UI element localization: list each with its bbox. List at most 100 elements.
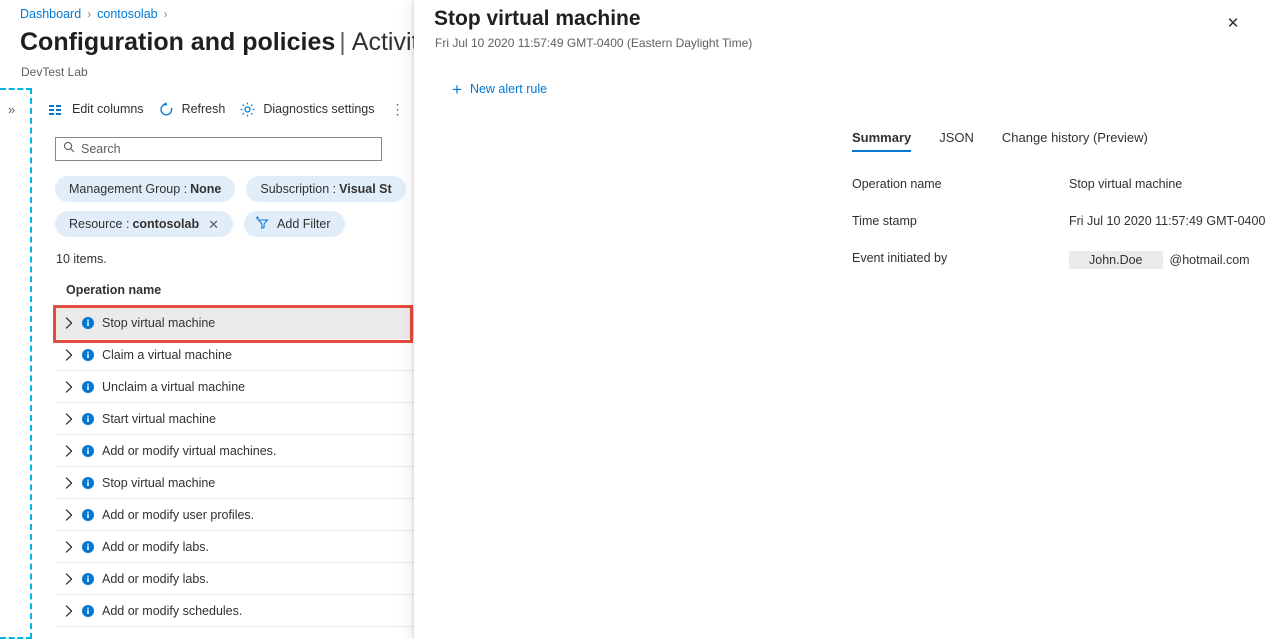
add-filter-label: Add Filter [277,217,331,231]
row-operation-name: Add or modify labs. [102,572,209,586]
page-title-divider: | [339,28,346,56]
filter-chip-management-group[interactable]: Management Group :None [55,176,235,202]
search-input[interactable] [81,142,361,156]
detail-key: Time stamp [852,214,917,228]
collapsed-nav-strip[interactable]: » [0,88,32,639]
close-icon[interactable]: ✕ [1219,9,1247,37]
table-row[interactable]: Add or modify user profiles. [56,499,418,531]
columns-icon [48,101,65,118]
row-operation-name: Add or modify virtual machines. [102,444,276,458]
diagnostics-settings-button[interactable]: Diagnostics settings [235,95,384,123]
filter-chip-label: Subscription : [260,182,336,196]
resource-type-label: DevTest Lab [21,64,88,80]
breadcrumb-item-dashboard[interactable]: Dashboard [20,7,81,21]
chevron-right-icon[interactable] [56,605,82,617]
event-details-pane: Stop virtual machine Fri Jul 10 2020 11:… [414,0,1268,639]
chevron-right-icon[interactable] [56,573,82,585]
table-row[interactable]: Stop virtual machine [56,307,418,339]
info-icon [82,477,94,489]
page-title-main: Configuration and policies [20,28,335,56]
filter-chip-resource[interactable]: Resource :contosolab✕ [55,211,233,237]
breadcrumb-separator-icon: › [87,7,91,21]
row-operation-name: Unclaim a virtual machine [102,380,245,394]
row-operation-name: Claim a virtual machine [102,348,232,362]
list-column-header-operation-name[interactable]: Operation name [56,283,418,297]
refresh-label: Refresh [182,102,226,116]
plus-icon: + [452,81,462,98]
tab-change-history[interactable]: Change history (Preview) [1002,130,1148,152]
chevron-right-icon[interactable] [56,317,82,329]
row-operation-name: Stop virtual machine [102,316,215,330]
filter-chip-label: Management Group : [69,182,187,196]
table-row[interactable]: Add or modify virtual machines. [56,435,418,467]
new-alert-rule-label: New alert rule [470,82,547,96]
pane-title: Stop virtual machine [434,4,641,34]
diagnostics-settings-label: Diagnostics settings [263,102,374,116]
activity-log-blade: Dashboard › contosolab › Configuration and … [0,0,418,639]
detail-key: Operation name [852,177,942,191]
chevron-right-icon[interactable] [56,541,82,553]
redacted-username: John.Doe [1069,251,1163,269]
row-operation-name: Stop virtual machine [102,476,215,490]
info-icon [82,317,94,329]
app-root: Dashboard › contosolab › Configuration and … [0,0,1268,639]
chevron-right-icon[interactable] [56,509,82,521]
filter-chip-subscription[interactable]: Subscription :Visual St [246,176,405,202]
table-row[interactable]: Add or modify schedules. [56,595,418,627]
table-row[interactable]: Add or modify labs. [56,563,418,595]
info-icon [82,541,94,553]
breadcrumb: Dashboard › contosolab › [20,5,174,23]
tab-json[interactable]: JSON [939,130,974,152]
filter-chip-row-1: Management Group :None Subscription :Vis… [55,176,417,202]
new-alert-rule-button[interactable]: + New alert rule [452,76,547,102]
info-icon [82,573,94,585]
refresh-button[interactable]: Refresh [154,95,236,123]
chevron-right-icon[interactable] [56,477,82,489]
detail-value: John.Doe @hotmail.com [1069,251,1250,269]
page-title: Configuration and policies|Activity l [20,26,418,58]
email-domain: @hotmail.com [1170,253,1250,267]
tab-summary[interactable]: Summary [852,130,911,152]
filter-chip-value: Visual St [339,182,392,196]
filter-chip-value: None [190,182,221,196]
info-icon [82,605,94,617]
chevron-right-icon[interactable] [56,381,82,393]
add-filter-button[interactable]: Add Filter [244,211,345,237]
edit-columns-button[interactable]: Edit columns [44,95,154,123]
info-icon [82,413,94,425]
page-title-section: Activity l [352,28,418,56]
detail-value: Fri Jul 10 2020 11:57:49 GMT-0400 (Easte… [1069,214,1268,228]
breadcrumb-separator-icon: › [164,7,168,21]
gear-icon [239,101,256,118]
search-icon [63,140,75,158]
info-icon [82,445,94,457]
chevron-right-icon[interactable] [56,413,82,425]
command-bar-overflow-button[interactable]: ⋮ [387,101,409,118]
row-operation-name: Add or modify schedules. [102,604,242,618]
pane-timestamp-subtitle: Fri Jul 10 2020 11:57:49 GMT-0400 (Easte… [435,35,752,51]
remove-filter-icon[interactable]: ✕ [208,218,219,231]
items-count-label: 10 items. [56,252,107,266]
table-row[interactable]: Claim a virtual machine [56,339,418,371]
row-operation-name: Add or modify labs. [102,540,209,554]
info-icon [82,349,94,361]
activity-log-list: Stop virtual machine Claim a virtual mach… [56,307,418,627]
add-filter-icon [255,215,270,233]
chevron-right-icon[interactable] [56,349,82,361]
table-row[interactable]: Stop virtual machine [56,467,418,499]
info-icon [82,509,94,521]
chevron-right-icon[interactable] [56,445,82,457]
search-box[interactable] [55,137,382,161]
table-row[interactable]: Start virtual machine [56,403,418,435]
filter-chip-label: Resource : [69,217,129,231]
breadcrumb-item-contosolab[interactable]: contosolab [97,7,157,21]
detail-value: Stop virtual machine [1069,177,1182,191]
row-operation-name: Start virtual machine [102,412,216,426]
expand-nav-icon[interactable]: » [8,103,15,116]
pane-tabs: Summary JSON Change history (Preview) [852,122,1176,152]
table-row[interactable]: Add or modify labs. [56,531,418,563]
filter-chip-row-2: Resource :contosolab✕ Add Filter [55,211,356,237]
table-row[interactable]: Unclaim a virtual machine [56,371,418,403]
detail-key: Event initiated by [852,251,947,265]
command-bar: Edit columns Refresh [44,94,409,124]
